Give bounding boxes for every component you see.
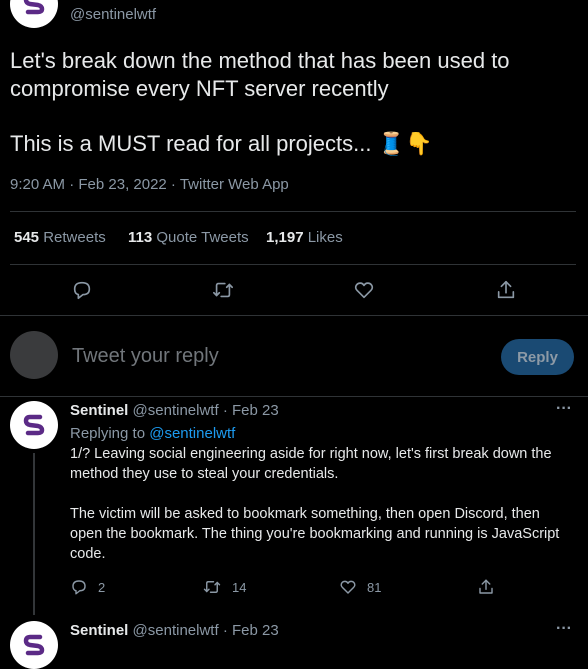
- replying-to-handle[interactable]: @sentinelwtf: [149, 425, 235, 442]
- reply1-more-button[interactable]: ···: [556, 400, 572, 418]
- reply1-retweet-count: 14: [232, 579, 247, 595]
- reply1-retweet-button[interactable]: 14: [202, 578, 246, 596]
- divider: [10, 211, 576, 212]
- author-avatar[interactable]: [10, 0, 58, 28]
- tweet-timestamp[interactable]: 9:20 AM · Feb 23, 2022 · Twitter Web App: [10, 176, 289, 193]
- retweet-icon: [213, 282, 233, 298]
- share-icon: [479, 579, 493, 594]
- reply2-author-name[interactable]: Sentinel: [70, 622, 128, 639]
- reply1-body-line-3: The victim will be asked to bookmark som…: [70, 506, 540, 522]
- retweets-count: 545: [14, 229, 40, 246]
- reply1-header: Sentinel @sentinelwtf · Feb 23: [70, 402, 279, 419]
- reply1-body-line-2: method they use to steal your credential…: [70, 466, 339, 482]
- tweet-text-line-3: This is a MUST read for all projects... …: [10, 131, 433, 156]
- retweets-stat[interactable]: 545 Retweets: [14, 229, 106, 246]
- reply-icon: [73, 281, 91, 300]
- reply-icon: [72, 580, 86, 595]
- reply1-like-count: 81: [367, 579, 382, 595]
- share-icon: [497, 280, 515, 299]
- thread-line: [33, 453, 35, 615]
- sentinel-logo-icon: [23, 0, 45, 15]
- like-button[interactable]: [350, 276, 378, 304]
- tweet-text-line-1: Let's break down the method that has bee…: [10, 48, 510, 73]
- retweet-button[interactable]: [209, 276, 237, 304]
- quotes-count: 113: [128, 229, 153, 246]
- reply2-more-button[interactable]: ···: [556, 620, 572, 638]
- heart-icon: [340, 580, 356, 594]
- likes-label: Likes: [307, 229, 343, 246]
- reply2-date[interactable]: Feb 23: [232, 622, 279, 639]
- reply1-author-name[interactable]: Sentinel: [70, 402, 128, 419]
- reply1-share-button[interactable]: [477, 578, 495, 601]
- reply1-reply-button[interactable]: 2: [70, 578, 105, 596]
- author-handle[interactable]: @sentinelwtf: [70, 6, 156, 23]
- likes-count: 1,197: [266, 229, 304, 246]
- quote-tweets-stat[interactable]: 113 Quote Tweets: [128, 229, 249, 246]
- heart-icon: [354, 282, 374, 299]
- share-button[interactable]: [492, 276, 520, 304]
- reply1-reply-count: 2: [98, 579, 106, 595]
- separator: ·: [222, 402, 228, 419]
- retweets-label: Retweets: [43, 229, 106, 246]
- reply-submit-button[interactable]: Reply: [501, 339, 574, 375]
- replying-to-label: Replying to: [70, 425, 146, 442]
- current-user-avatar[interactable]: [10, 331, 58, 379]
- reply1-like-button[interactable]: 81: [339, 578, 381, 596]
- reply-button[interactable]: [68, 276, 96, 304]
- reply1-replying-to: Replying to @sentinelwtf: [70, 425, 235, 442]
- divider: [0, 315, 588, 316]
- retweet-icon: [203, 581, 221, 593]
- reply2-avatar[interactable]: [10, 621, 58, 669]
- reply1-body-line-4: open the bookmark. The thing you're book…: [70, 526, 560, 542]
- sentinel-logo-icon: [23, 634, 45, 656]
- likes-stat[interactable]: 1,197 Likes: [266, 229, 343, 246]
- divider: [0, 396, 588, 397]
- reply1-avatar[interactable]: [10, 401, 58, 449]
- divider: [10, 264, 576, 265]
- separator: ·: [222, 622, 228, 639]
- reply1-date[interactable]: Feb 23: [232, 402, 279, 419]
- reply1-body-line-5: code.: [70, 546, 106, 562]
- reply2-header: Sentinel @sentinelwtf · Feb 23: [70, 622, 279, 639]
- quotes-label: Quote Tweets: [156, 229, 249, 246]
- reply1-body-line-1: 1/? Leaving social engineering aside for…: [70, 446, 552, 462]
- sentinel-logo-icon: [23, 414, 45, 436]
- tweet-text-line-2: compromise every NFT server recently: [10, 76, 389, 101]
- reply-input[interactable]: Tweet your reply: [72, 345, 219, 368]
- reply1-author-handle[interactable]: @sentinelwtf: [133, 402, 219, 419]
- reply2-author-handle[interactable]: @sentinelwtf: [133, 622, 219, 639]
